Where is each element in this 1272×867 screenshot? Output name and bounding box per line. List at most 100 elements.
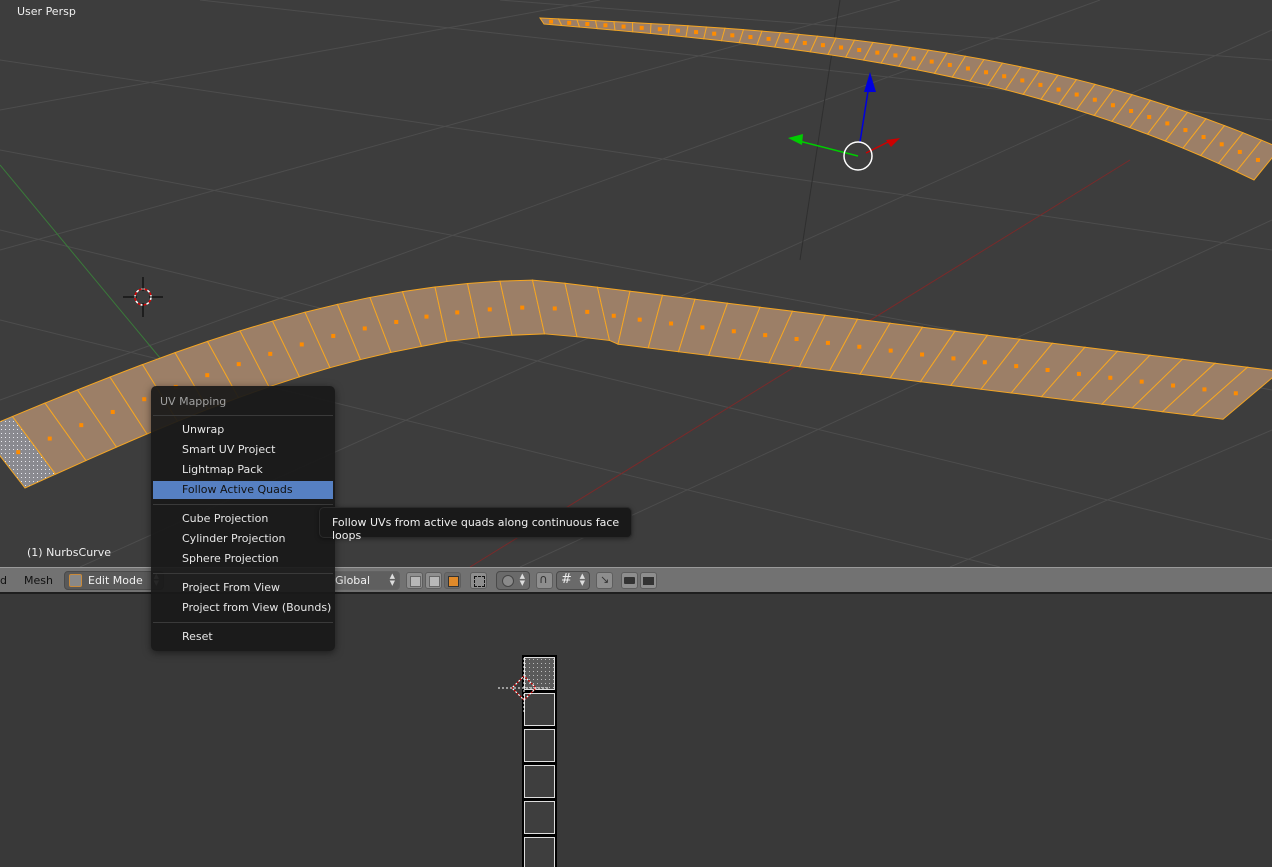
proportional-edit-icon[interactable]: ▲ ▼ — [496, 571, 530, 590]
face-dot — [299, 342, 304, 347]
3d-cursor-icon[interactable] — [123, 277, 163, 317]
menu-item-reset[interactable]: Reset — [153, 628, 333, 646]
face-dot — [984, 70, 989, 75]
grid-line — [0, 0, 601, 111]
face-dot — [784, 38, 789, 43]
edge-select-icon[interactable] — [425, 572, 442, 589]
menu-item-sphere-projection[interactable]: Sphere Projection — [153, 550, 333, 568]
uv-face — [522, 727, 557, 764]
face-dot — [1045, 368, 1050, 373]
face-dot — [1202, 387, 1207, 392]
face-dot — [1002, 74, 1007, 79]
uv-face — [522, 655, 557, 692]
face-dot — [763, 333, 768, 338]
y-axis-arrow-icon[interactable] — [788, 134, 803, 145]
face-dot — [520, 305, 525, 310]
face-dot — [1038, 82, 1043, 87]
edit-mode-icon — [69, 574, 82, 587]
face-dot — [700, 325, 705, 330]
menu-item-follow-active-quads[interactable]: Follow Active Quads — [153, 481, 333, 499]
menu-item-unwrap[interactable]: Unwrap — [153, 421, 333, 439]
face-dot — [1233, 391, 1238, 396]
uv-face — [522, 799, 557, 836]
face-dot — [79, 423, 84, 428]
face-dot — [362, 326, 367, 331]
menu-item-cube-projection[interactable]: Cube Projection — [153, 510, 333, 528]
face-dot — [1129, 108, 1134, 113]
grid-line — [949, 429, 1272, 567]
transform-manipulator[interactable] — [788, 72, 900, 171]
menu-separator — [153, 573, 333, 574]
face-dot — [1074, 92, 1079, 97]
menu-item-lightmap-pack[interactable]: Lightmap Pack — [153, 461, 333, 479]
face-dot — [965, 66, 970, 71]
face-dot — [455, 310, 460, 315]
vertex-select-icon[interactable] — [406, 572, 423, 589]
face-dot — [424, 314, 429, 319]
uv-face — [522, 691, 557, 728]
face-dot — [982, 360, 987, 365]
face-dot — [731, 329, 736, 334]
face-dot — [657, 27, 662, 32]
face-dot — [911, 56, 916, 61]
face-dot — [1139, 379, 1144, 384]
menu-item-cylinder-projection[interactable]: Cylinder Projection — [153, 530, 333, 548]
orientation-selector[interactable]: Global ▲ ▼ — [330, 571, 400, 590]
snap-target-icon[interactable]: # ▲ ▼ — [556, 571, 590, 590]
face-dot — [567, 20, 572, 25]
tooltip-text: Follow UVs from active quads along conti… — [332, 516, 620, 542]
snap-magnet-icon[interactable]: ∩ — [536, 572, 553, 589]
menu-separator — [153, 622, 333, 623]
face-select-icon[interactable] — [444, 572, 461, 589]
face-dot — [1219, 142, 1224, 147]
menu-separator — [153, 415, 333, 416]
face-dot — [639, 25, 644, 30]
face-dot — [1165, 121, 1170, 126]
face-dot — [694, 30, 699, 35]
render-animation-icon[interactable] — [640, 572, 657, 589]
face-dot — [487, 307, 492, 312]
uv-face — [522, 835, 557, 867]
snap-align-icon[interactable]: ↘ — [596, 572, 613, 589]
face-dot — [730, 33, 735, 38]
face-dot — [585, 309, 590, 314]
x-axis-arrow-icon[interactable] — [886, 138, 900, 147]
menu-item-project-from-view[interactable]: Project From View — [153, 579, 333, 597]
face-dot — [1255, 157, 1260, 162]
far-curve-mesh — [539, 17, 1272, 181]
menu-separator — [153, 504, 333, 505]
render-camera-icon[interactable] — [621, 572, 638, 589]
face-dot — [1183, 128, 1188, 133]
face-dot — [951, 356, 956, 361]
menu-item-smart-uv-project[interactable]: Smart UV Project — [153, 441, 333, 459]
face-dot — [1076, 371, 1081, 376]
uv-face — [522, 763, 557, 800]
mode-selector-value: Edit Mode — [88, 574, 143, 587]
face-dot — [1171, 383, 1176, 388]
face-dot — [205, 373, 210, 378]
face-dot — [1020, 78, 1025, 83]
face-dot — [893, 53, 898, 58]
face-dot — [888, 348, 893, 353]
face-dot — [110, 409, 115, 414]
menu-title: UV Mapping — [160, 395, 227, 408]
face-dot — [621, 24, 626, 29]
face-dot — [857, 47, 862, 52]
face-dot — [766, 36, 771, 41]
face-dot — [712, 31, 717, 36]
face-dot — [820, 43, 825, 48]
face-dot — [839, 45, 844, 50]
face-dot — [585, 22, 590, 27]
face-dot — [1201, 135, 1206, 140]
face-dot — [1056, 87, 1061, 92]
mesh-menu[interactable]: Mesh — [24, 574, 53, 587]
dropdown-arrows-icon: ▲▼ — [389, 572, 395, 587]
view-menu-partial[interactable]: d — [0, 574, 7, 587]
face-dot — [1014, 364, 1019, 369]
mode-selector[interactable]: Edit Mode ▲▼ — [64, 571, 164, 590]
face-dot — [16, 450, 21, 455]
face-dot — [331, 333, 336, 338]
limit-selection-icon[interactable] — [470, 572, 487, 589]
face-dot — [825, 340, 830, 345]
menu-item-project-from-view-bounds[interactable]: Project from View (Bounds) — [153, 599, 333, 617]
